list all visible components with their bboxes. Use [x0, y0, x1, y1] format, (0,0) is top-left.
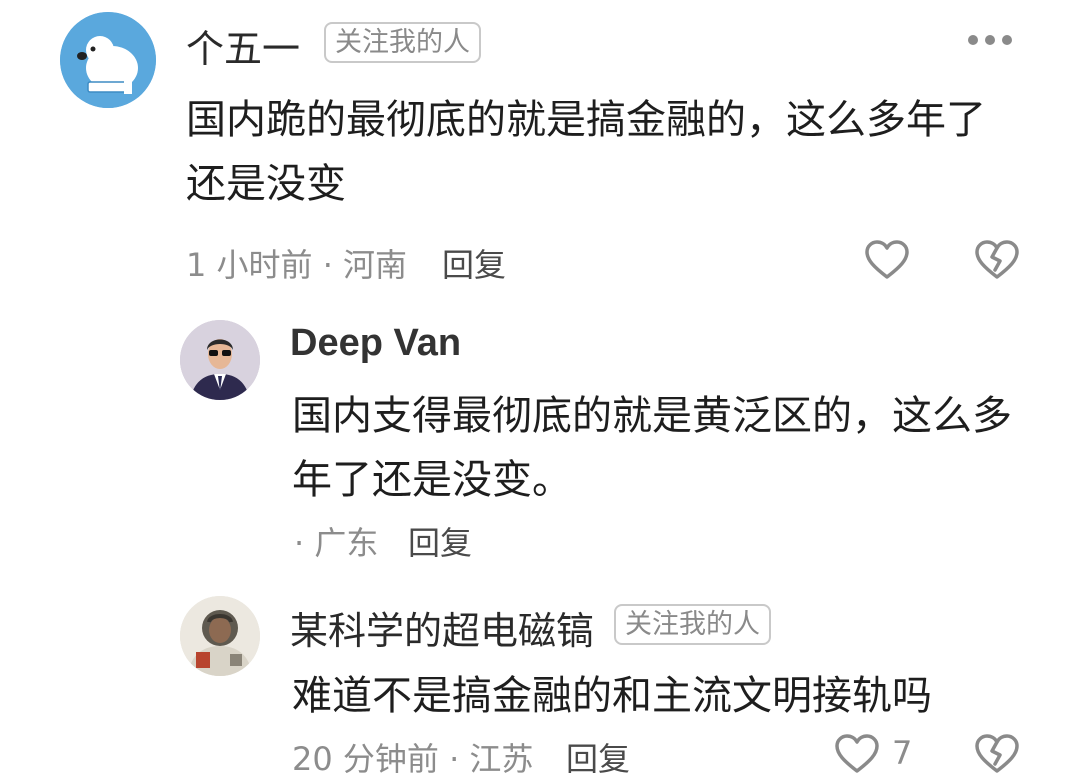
comment-text: 难道不是搞金融的和主流文明接轨吗: [292, 673, 932, 719]
comment-text: 国内支得最彻底的就是黄泛区的，这么多年了还是没变。: [292, 393, 1012, 503]
comment-username[interactable]: 某科学的超电磁镐: [290, 600, 594, 655]
comment-meta: 20 分钟前 · 江苏: [292, 740, 534, 778]
reply-button[interactable]: 回复: [442, 240, 506, 286]
like-button[interactable]: [864, 240, 910, 280]
comment-username[interactable]: Deep Van: [290, 322, 461, 365]
broken-heart-icon: [975, 240, 1019, 279]
follower-tag: 关注我的人: [324, 22, 481, 63]
reply-button[interactable]: 回复: [566, 734, 630, 780]
avatar[interactable]: [180, 320, 260, 400]
comment-meta: · 广东: [294, 524, 379, 562]
reply-button[interactable]: 回复: [408, 518, 472, 564]
dislike-button[interactable]: [974, 240, 1020, 280]
polar-bear-avatar-icon: [60, 12, 156, 108]
more-dots-icon: [968, 35, 1012, 45]
like-button[interactable]: [834, 734, 880, 774]
follower-tag: 关注我的人: [614, 604, 771, 645]
avatar[interactable]: [180, 596, 260, 676]
comment-username[interactable]: 个五一: [186, 18, 300, 73]
heart-icon: [865, 240, 909, 279]
avatar[interactable]: [60, 12, 156, 108]
comment-meta: 1 小时前 · 河南: [186, 246, 408, 284]
more-options-button[interactable]: [960, 28, 1020, 52]
astronaut-avatar-icon: [180, 596, 260, 676]
person-photo-avatar-icon: [180, 320, 260, 400]
dislike-button[interactable]: [974, 734, 1020, 774]
heart-icon: [835, 734, 879, 773]
broken-heart-icon: [975, 734, 1019, 773]
comment-text: 国内跪的最彻底的就是搞金融的，这么多年了还是没变: [186, 97, 986, 207]
like-count: 7: [892, 734, 913, 772]
